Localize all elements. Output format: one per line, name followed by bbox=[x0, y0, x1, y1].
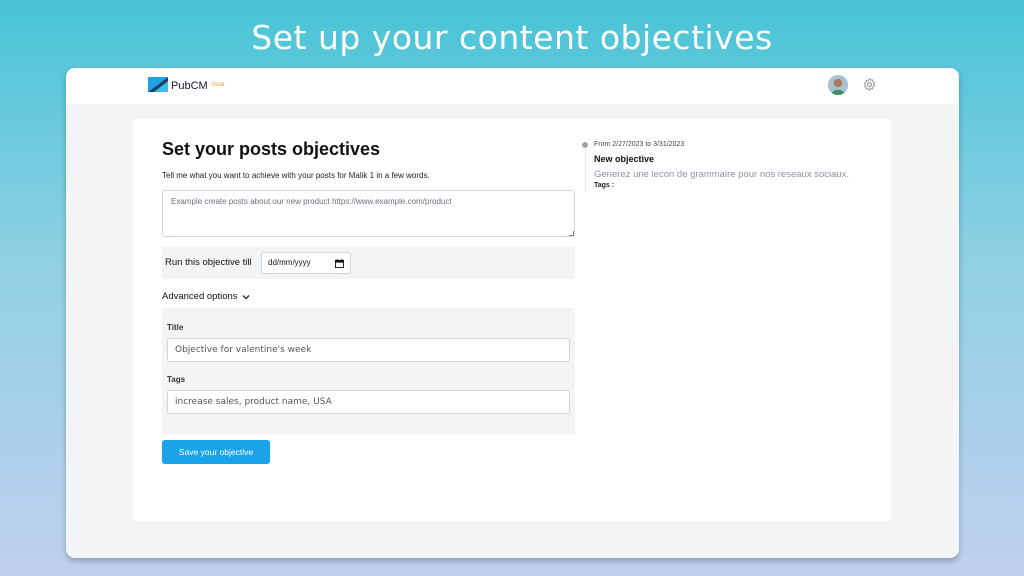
logo-icon[interactable] bbox=[148, 77, 168, 92]
title-label: Title bbox=[167, 323, 184, 332]
main-panel: Set your posts objectives Tell me what y… bbox=[133, 119, 891, 521]
advanced-options-label: Advanced options bbox=[162, 291, 238, 302]
advanced-options-toggle[interactable]: Advanced options bbox=[162, 291, 250, 302]
objective-description-input[interactable] bbox=[162, 190, 575, 237]
save-objective-button[interactable]: Save your objective bbox=[162, 440, 270, 464]
avatar[interactable] bbox=[828, 75, 848, 95]
page-title: Set your posts objectives bbox=[162, 139, 381, 159]
tags-input[interactable] bbox=[167, 390, 570, 414]
objective-date-range: From 2/27/2023 to 3/31/2023 bbox=[594, 141, 685, 148]
form-subtitle: Tell me what you want to achieve with yo… bbox=[162, 171, 430, 180]
objective-description: Generez une lecon de grammaire pour nos … bbox=[594, 169, 850, 180]
run-until-label: Run this objective till bbox=[165, 257, 252, 268]
beta-badge: Beta bbox=[212, 82, 225, 88]
advanced-options-panel: Title Tags bbox=[162, 308, 575, 435]
tags-label: Tags bbox=[167, 375, 186, 384]
brand-name[interactable]: PubCM bbox=[171, 80, 208, 92]
app-window: PubCM Beta Set your posts objectives Tel… bbox=[66, 68, 959, 558]
gear-icon[interactable] bbox=[862, 77, 877, 92]
timeline-line bbox=[585, 149, 586, 191]
chevron-down-icon bbox=[242, 294, 249, 299]
run-until-row: Run this objective till dd/mm/yyyy bbox=[162, 247, 575, 279]
calendar-icon[interactable] bbox=[335, 259, 344, 268]
resize-handle[interactable] bbox=[569, 231, 574, 236]
timeline-dot bbox=[582, 142, 588, 148]
date-value: dd/mm/yyyy bbox=[268, 258, 311, 267]
objective-title[interactable]: New objective bbox=[594, 154, 654, 164]
avatar-image bbox=[828, 75, 848, 95]
top-bar: PubCM Beta bbox=[66, 68, 959, 104]
objective-tags: Tags : bbox=[594, 182, 615, 189]
end-date-input[interactable]: dd/mm/yyyy bbox=[261, 252, 351, 274]
objective-title-input[interactable] bbox=[167, 338, 570, 362]
hero-title: Set up your content objectives bbox=[251, 18, 773, 57]
